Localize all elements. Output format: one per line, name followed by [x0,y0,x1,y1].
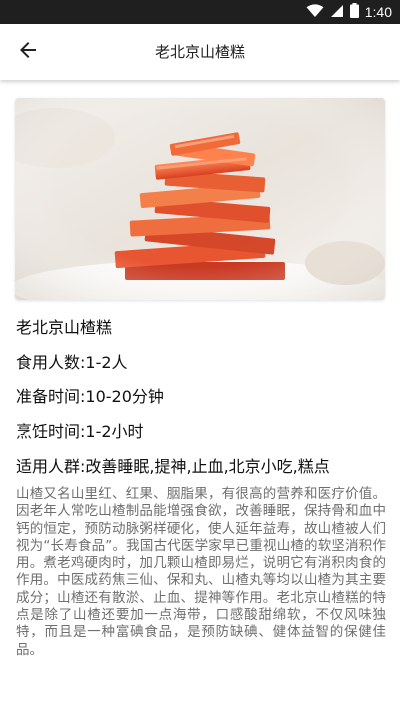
signal-icon [330,3,344,22]
page-title: 老北京山楂糕 [154,43,245,61]
status-time: 1:40 [364,4,392,20]
recipe-image [15,98,385,300]
app-bar: 老北京山楂糕 [0,24,400,80]
recipe-name: 老北京山楂糕 [16,318,113,337]
suitable-people-text: 适用人群:改善睡眠,提神,止血,北京小吃,糕点 [16,457,330,476]
wifi-icon [306,3,324,22]
recipe-description: 山楂又名山里红、红果、胭脂果，有很高的营养和医疗价值。因老年人常吃山楂制品能增强… [16,486,386,658]
prep-time-text: 准备时间:10-20分钟 [16,387,164,406]
back-arrow-icon[interactable] [16,38,40,66]
status-bar: 1:40 [0,0,400,24]
cook-time-text: 烹饪时间:1-2小时 [16,422,144,441]
battery-icon [349,2,359,22]
back-button[interactable] [10,34,46,70]
status-icons: 1:40 [306,0,392,24]
servings-text: 食用人数:1-2人 [16,353,128,372]
